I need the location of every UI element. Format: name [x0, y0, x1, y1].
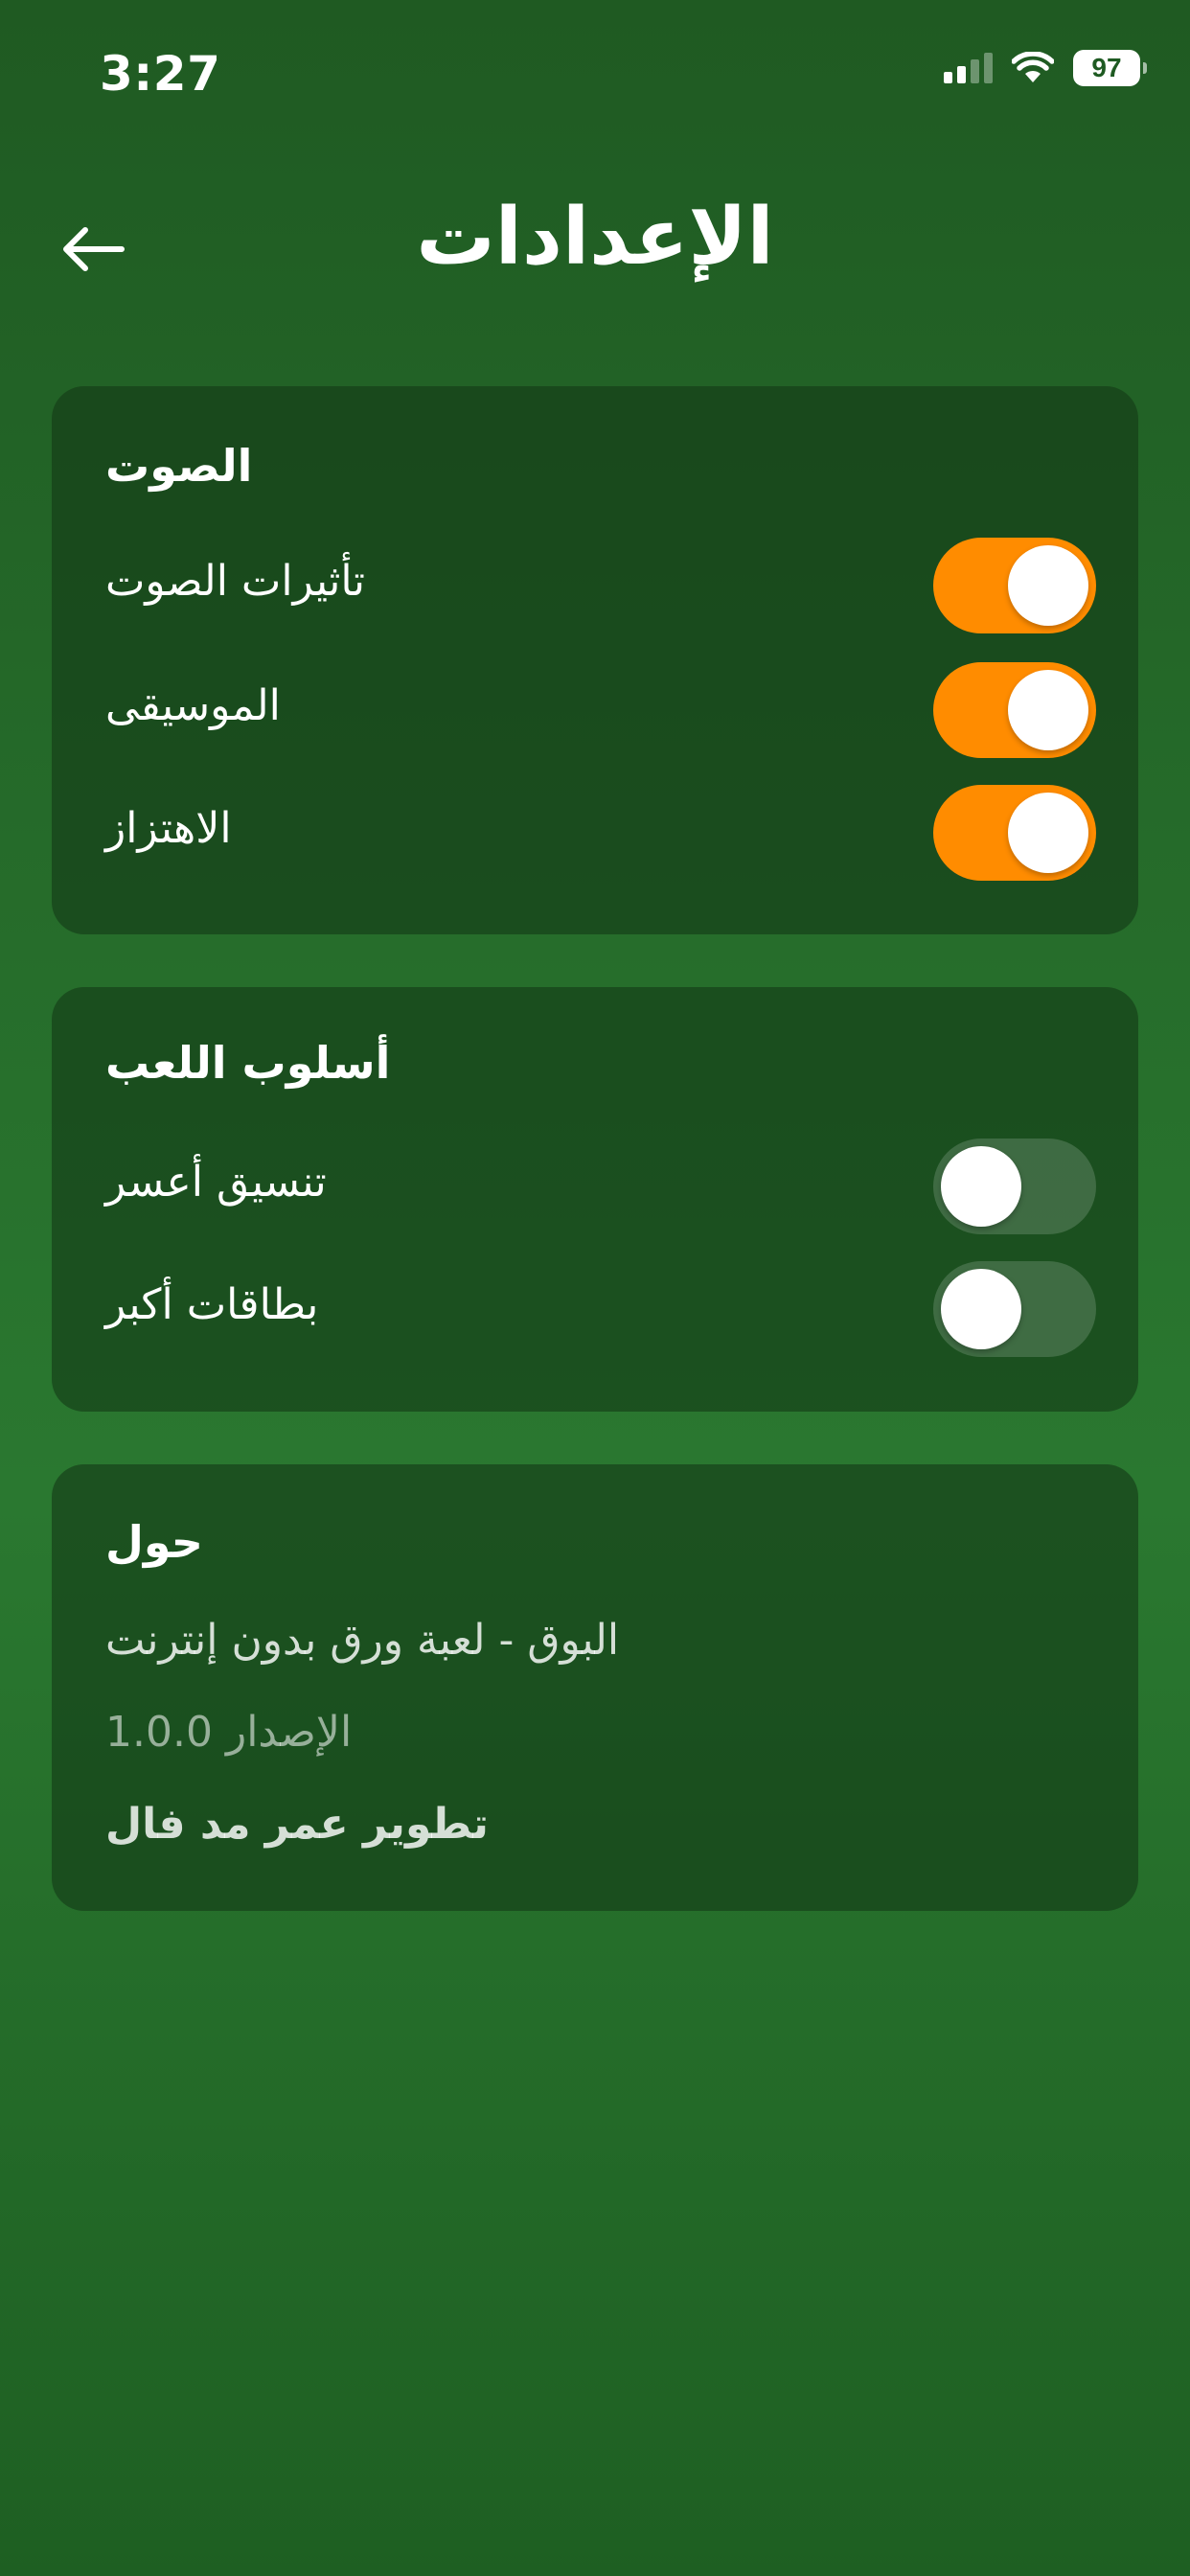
- gameplay-settings-card: أسلوب اللعب تنسيق أعسر بطاقات أكبر: [52, 987, 1138, 1412]
- vibration-label: الاهتزاز: [105, 804, 232, 853]
- sound-settings-card: الصوت تأثيرات الصوت الموسيقى الاهتزاز: [52, 386, 1138, 934]
- left-handed-label: تنسيق أعسر: [105, 1158, 327, 1207]
- app-description: البوق - لعبة ورق بدون إنترنت: [105, 1616, 620, 1665]
- wifi-icon: [1012, 52, 1054, 84]
- toggle-knob: [1008, 545, 1088, 626]
- app-version: الإصدار 1.0.0: [105, 1708, 353, 1757]
- battery-icon: 97: [1073, 50, 1147, 86]
- toggle-knob: [1008, 670, 1088, 750]
- status-bar: 3:27 97: [0, 0, 1190, 134]
- section-title-sound: الصوت: [105, 440, 253, 492]
- battery-level: 97: [1091, 53, 1122, 82]
- larger-cards-toggle[interactable]: [933, 1261, 1096, 1357]
- section-title-gameplay: أسلوب اللعب: [105, 1037, 391, 1089]
- developer-credit: تطوير عمر مد فال: [105, 1800, 489, 1849]
- music-toggle[interactable]: [933, 662, 1096, 758]
- status-time: 3:27: [100, 46, 221, 102]
- signal-icon: [944, 53, 993, 83]
- larger-cards-label: بطاقات أكبر: [105, 1280, 319, 1329]
- left-handed-toggle[interactable]: [933, 1138, 1096, 1234]
- status-icons: 97: [944, 50, 1147, 86]
- toggle-knob: [941, 1269, 1021, 1349]
- toggle-knob: [1008, 793, 1088, 873]
- toggle-knob: [941, 1146, 1021, 1227]
- page-title: الإعدادات: [416, 192, 774, 283]
- section-title-about: حول: [105, 1516, 203, 1568]
- about-card: حول البوق - لعبة ورق بدون إنترنت الإصدار…: [52, 1464, 1138, 1911]
- sound-effects-label: تأثيرات الصوت: [105, 557, 366, 606]
- music-label: الموسيقى: [105, 681, 281, 730]
- vibration-toggle[interactable]: [933, 785, 1096, 881]
- sound-effects-toggle[interactable]: [933, 538, 1096, 633]
